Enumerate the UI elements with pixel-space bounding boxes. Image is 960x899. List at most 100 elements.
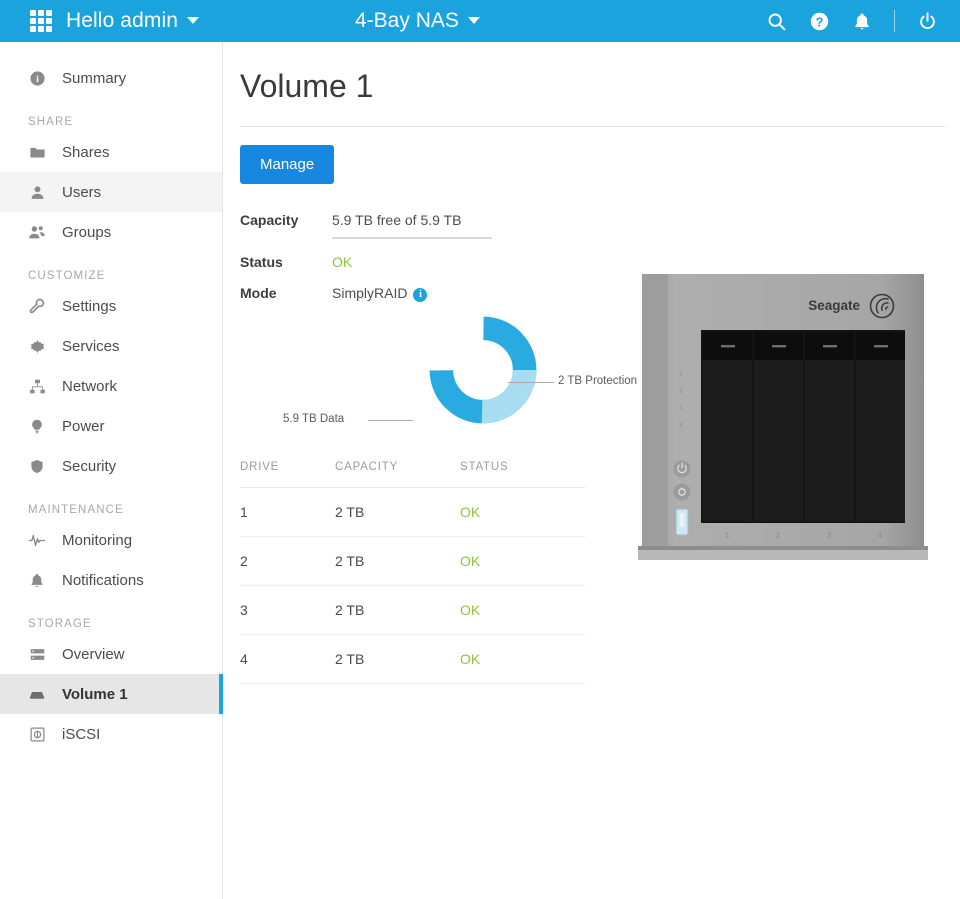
sidebar-item-groups[interactable]: Groups: [0, 212, 222, 252]
cell-drive: 1: [240, 487, 335, 537]
cell-capacity: 2 TB: [335, 585, 460, 635]
sidebar-item-security[interactable]: Security: [0, 446, 222, 486]
detail-row-status: Status OK: [240, 254, 640, 270]
sidebar-item-iscsi[interactable]: iSCSI: [0, 714, 222, 754]
page-title: Volume 1: [240, 68, 374, 104]
capacity-donut-chart: 5.9 TB Data 2 TB Protection: [283, 312, 683, 432]
sidebar-group-share: SHARE: [28, 116, 74, 128]
shield-icon: [28, 457, 46, 475]
sidebar-item-notifications[interactable]: Notifications: [0, 560, 222, 600]
svg-text:4: 4: [679, 422, 683, 429]
cell-capacity: 2 TB: [335, 536, 460, 586]
sidebar-item-settings[interactable]: Settings: [0, 286, 222, 326]
table-row[interactable]: 4 2 TB OK: [240, 634, 585, 684]
info-icon[interactable]: i: [413, 288, 428, 302]
svg-text:?: ?: [815, 14, 823, 29]
svg-text:i: i: [36, 74, 39, 85]
notifications-icon[interactable]: [852, 11, 872, 32]
cell-status: OK: [460, 487, 585, 537]
sidebar-item-users[interactable]: Users: [0, 172, 222, 212]
mode-value-wrap: SimplyRAID i: [332, 285, 428, 302]
table-row[interactable]: 3 2 TB OK: [240, 585, 585, 635]
sidebar-item-label: iSCSI: [62, 725, 101, 743]
cell-drive: 2: [240, 536, 335, 586]
table-row[interactable]: 2 2 TB OK: [240, 536, 585, 586]
top-bar-actions: ?: [766, 0, 938, 42]
svg-text:1: 1: [725, 531, 730, 540]
drive-icon: [28, 685, 46, 703]
svg-text:4: 4: [878, 531, 883, 540]
gear-icon: [28, 337, 46, 355]
sidebar-item-label: Monitoring: [62, 531, 133, 549]
donut-slice-protection: [429, 316, 537, 424]
cell-capacity: 2 TB: [335, 634, 460, 684]
help-icon[interactable]: ?: [809, 11, 830, 32]
sidebar-item-label: Power: [62, 417, 105, 435]
chevron-down-icon: [467, 17, 480, 24]
sidebar-item-shares[interactable]: Shares: [0, 132, 222, 172]
sidebar-item-label: Volume 1: [62, 685, 128, 703]
leader-line-data: [368, 420, 413, 421]
app-grid-icon[interactable]: [30, 10, 52, 32]
detail-row-mode: Mode SimplyRAID i: [240, 285, 640, 302]
device-name-label: 4-Bay NAS: [355, 9, 459, 32]
sidebar-item-overview[interactable]: Overview: [0, 634, 222, 674]
cell-status: OK: [460, 634, 585, 684]
column-header-status: STATUS: [460, 447, 585, 488]
mode-value: SimplyRAID: [332, 285, 408, 301]
device-menu[interactable]: 4-Bay NAS: [355, 9, 480, 33]
chevron-down-icon: [187, 17, 199, 24]
search-icon[interactable]: [766, 11, 787, 32]
sidebar-item-label: Shares: [62, 143, 110, 161]
sidebar-item-monitoring[interactable]: Monitoring: [0, 520, 222, 560]
sidebar-item-network[interactable]: Network: [0, 366, 222, 406]
power-icon[interactable]: [917, 11, 938, 32]
detail-label: Mode: [240, 285, 277, 301]
table-header-row: DRIVE CAPACITY STATUS: [240, 447, 585, 488]
sidebar-item-summary[interactable]: i Summary: [0, 58, 222, 98]
manage-button[interactable]: Manage: [240, 145, 335, 184]
title-divider: [240, 126, 945, 127]
svg-text:1: 1: [679, 371, 683, 378]
sidebar-item-label: Notifications: [62, 571, 144, 589]
separator: [894, 10, 895, 32]
user-menu[interactable]: Hello admin: [66, 9, 199, 33]
server-icon: [28, 645, 46, 663]
table-row[interactable]: 1 2 TB OK: [240, 487, 585, 537]
users-icon: [28, 223, 46, 241]
chart-label-data: 5.9 TB Data: [283, 413, 345, 425]
cell-status: OK: [460, 585, 585, 635]
detail-label: Capacity: [240, 212, 299, 228]
sidebar-item-label: Groups: [62, 223, 112, 241]
greeting-label: Hello admin: [66, 9, 178, 32]
main-content: Volume 1 Manage Capacity 5.9 TB free of …: [223, 42, 960, 899]
cell-drive: 4: [240, 634, 335, 684]
bulb-icon: [28, 417, 46, 435]
chart-label-protection: 2 TB Protection: [558, 375, 638, 387]
sidebar-item-label: Summary: [62, 69, 127, 87]
svg-text:3: 3: [679, 405, 683, 412]
donut-svg: [429, 316, 537, 424]
sidebar-item-label: Security: [62, 457, 117, 475]
svg-text:2: 2: [776, 531, 781, 540]
top-bar: Hello admin 4-Bay NAS ?: [0, 0, 960, 42]
svg-text:2: 2: [679, 388, 683, 395]
sidebar-item-label: Settings: [62, 297, 117, 315]
detail-row-capacity: Capacity 5.9 TB free of 5.9 TB: [240, 212, 640, 239]
sidebar-item-services[interactable]: Services: [0, 326, 222, 366]
sidebar-group-storage: STORAGE: [28, 618, 92, 630]
column-header-capacity: CAPACITY: [335, 447, 460, 488]
network-icon: [28, 377, 46, 395]
sidebar: i Summary SHARE Shares Users Groups CUST…: [0, 42, 223, 899]
wrench-icon: [28, 297, 46, 315]
sidebar-group-maintenance: MAINTENANCE: [28, 504, 124, 516]
sidebar-item-label: Overview: [62, 645, 125, 663]
volume-details: Capacity 5.9 TB free of 5.9 TB Status OK…: [240, 212, 640, 317]
iscsi-icon: [28, 725, 46, 743]
status-value: OK: [332, 254, 353, 270]
capacity-value: 5.9 TB free of 5.9 TB: [332, 212, 462, 228]
info-icon: i: [28, 69, 46, 87]
svg-text:3: 3: [827, 531, 832, 540]
sidebar-item-volume-1[interactable]: Volume 1: [0, 674, 223, 714]
sidebar-item-power[interactable]: Power: [0, 406, 222, 446]
